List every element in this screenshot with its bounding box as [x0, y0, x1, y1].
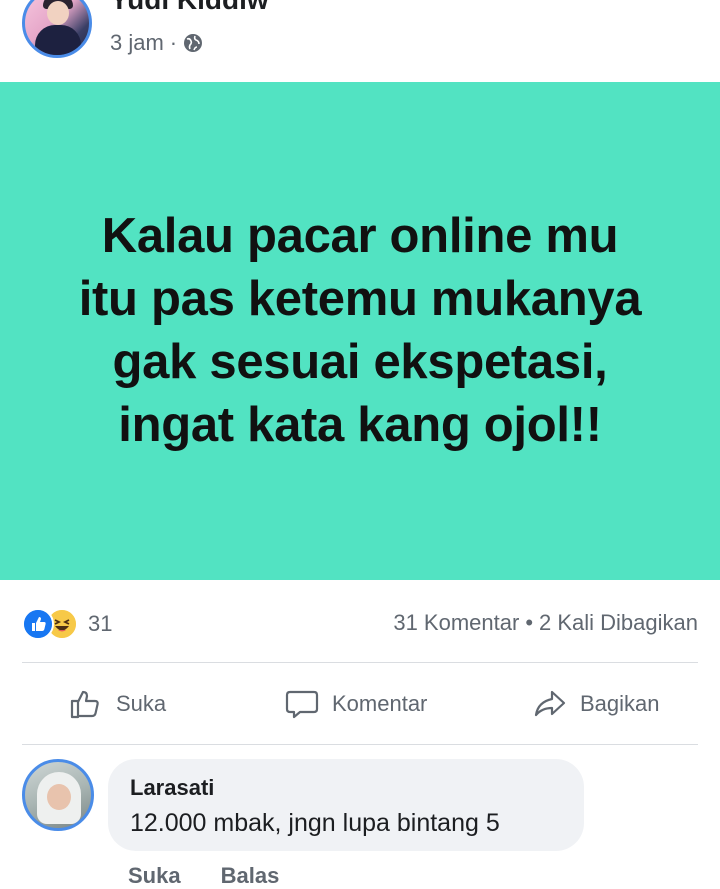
- comment-bubble: Larasati 12.000 mbak, jngn lupa bintang …: [108, 759, 584, 851]
- comment-like-link[interactable]: Suka: [128, 863, 181, 888]
- like-reaction-icon: [22, 608, 54, 640]
- post-header: Yudi Kiddiw 3 jam ·: [0, 0, 720, 82]
- avatar-suit: [35, 25, 81, 55]
- post-time[interactable]: 3 jam: [110, 30, 164, 56]
- comment-button-label: Komentar: [332, 691, 428, 716]
- post-action-bar: Suka Komentar Bagikan: [0, 664, 720, 744]
- share-button[interactable]: Bagikan: [532, 686, 660, 722]
- post-banner: Kalau pacar online mu itu pas ketemu muk…: [0, 82, 720, 580]
- thumbs-up-icon: [70, 690, 99, 719]
- banner-text: Kalau pacar online mu itu pas ketemu muk…: [78, 209, 642, 452]
- engagement-summary: 31 Komentar • 2 Kali Dibagikan: [393, 610, 698, 636]
- divider: [22, 662, 698, 663]
- reaction-count: 31: [88, 611, 113, 636]
- like-button[interactable]: Suka: [68, 686, 166, 722]
- meta-separator: ·: [169, 30, 178, 55]
- like-button-label: Suka: [116, 691, 167, 716]
- author-name[interactable]: Yudi Kiddiw: [110, 0, 269, 16]
- comment-text: 12.000 mbak, jngn lupa bintang 5: [130, 809, 500, 837]
- reaction-summary[interactable]: 31: [22, 608, 112, 640]
- globe-icon: [184, 34, 203, 52]
- avatar-face: [47, 784, 71, 810]
- author-avatar[interactable]: [22, 0, 92, 58]
- post-meta: 3 jam ·: [110, 30, 203, 56]
- stats-separator: •: [525, 610, 534, 635]
- post-stats: 31 31 Komentar • 2 Kali Dibagikan: [0, 580, 720, 662]
- comment-count-link[interactable]: 31 Komentar: [393, 610, 519, 635]
- share-arrow-icon: [534, 690, 566, 717]
- comment-reply-link[interactable]: Balas: [221, 863, 280, 888]
- comment-button[interactable]: Komentar: [284, 686, 427, 722]
- share-button-label: Bagikan: [580, 691, 660, 716]
- avatar-face: [47, 1, 69, 25]
- commenter-name[interactable]: Larasati: [130, 775, 214, 801]
- comment-item: Larasati 12.000 mbak, jngn lupa bintang …: [0, 745, 720, 888]
- comment-actions: Suka Balas: [128, 863, 319, 889]
- share-count-link[interactable]: 2 Kali Dibagikan: [539, 610, 698, 635]
- commenter-avatar[interactable]: [22, 759, 94, 831]
- comment-bubble-icon: [285, 690, 319, 719]
